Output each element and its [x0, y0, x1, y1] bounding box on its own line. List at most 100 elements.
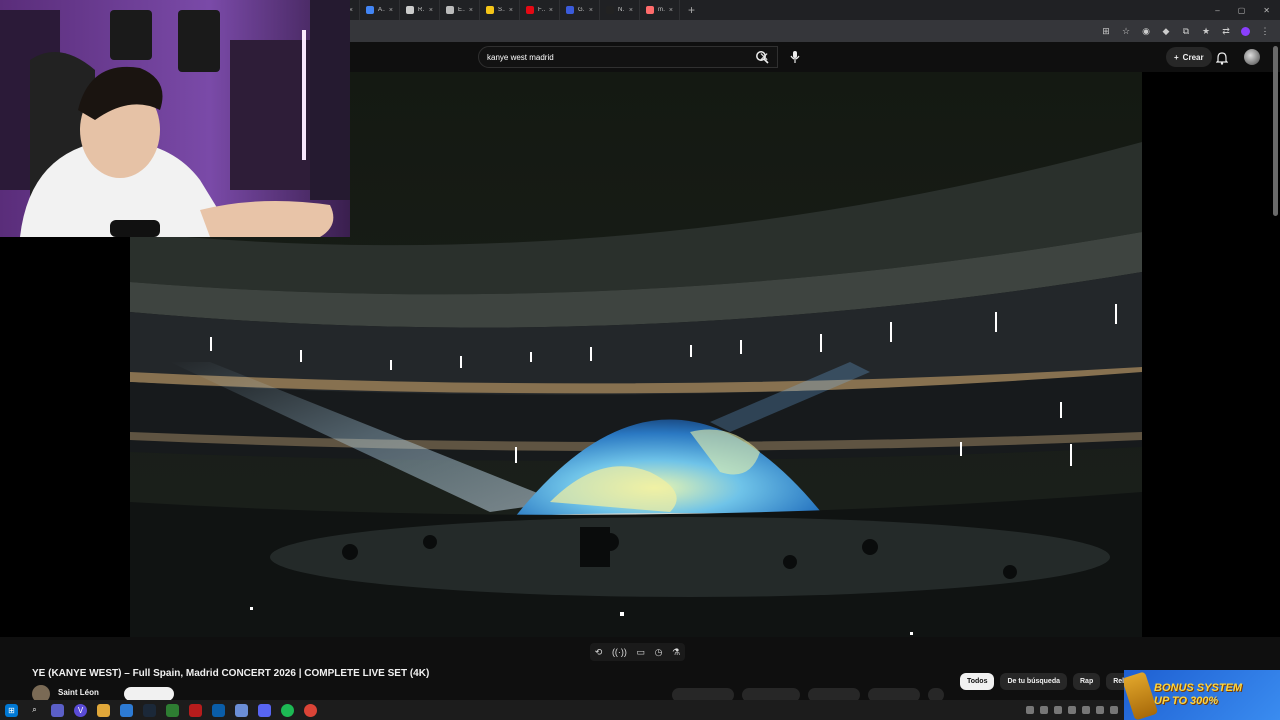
tab-favicon-icon: [606, 6, 614, 14]
tab-label: Songs: [498, 7, 505, 13]
tab-label: Rule3: [418, 7, 425, 13]
tray-icon-4[interactable]: [1068, 706, 1076, 714]
advertisement-banner[interactable]: BONUS SYSTEM UP TO 300%: [1124, 670, 1280, 720]
plus-icon: +: [1174, 52, 1179, 62]
system-tray: [1026, 706, 1124, 714]
app-icon-c[interactable]: [212, 703, 225, 717]
discord-icon[interactable]: [258, 703, 271, 717]
extensions-puzzle-icon[interactable]: ⧉: [1181, 26, 1191, 36]
profile-icon[interactable]: [1241, 26, 1250, 36]
tray-icon-7[interactable]: [1110, 706, 1118, 714]
notifications-button[interactable]: [1214, 50, 1230, 66]
browser-tab[interactable]: Frame ×: [520, 0, 560, 20]
account-avatar[interactable]: [1244, 49, 1260, 65]
filter-chip[interactable]: Rap: [1073, 673, 1101, 690]
page-scrollbar[interactable]: [1273, 46, 1278, 216]
filter-chip[interactable]: Todos: [960, 673, 995, 690]
video-title: YE (KANYE WEST) – Full Spain, Madrid CON…: [32, 668, 430, 679]
tab-label: meep: [658, 7, 665, 13]
miniplayer-icon[interactable]: ▭: [637, 647, 646, 658]
vivaldi-icon[interactable]: V: [74, 703, 87, 717]
app-icon-light[interactable]: [235, 703, 248, 717]
tab-label: Nuev: [618, 7, 625, 13]
search-button[interactable]: [746, 46, 778, 68]
app-icon-blue[interactable]: [120, 703, 133, 717]
tray-icon-2[interactable]: [1040, 706, 1048, 714]
loop-icon[interactable]: ⟲: [595, 647, 603, 658]
tab-close-icon[interactable]: ×: [629, 7, 633, 14]
tray-icon-6[interactable]: [1096, 706, 1104, 714]
create-label: Crear: [1182, 52, 1204, 62]
search-taskbar-icon[interactable]: ⌕: [28, 704, 41, 717]
tab-label: Frame: [538, 7, 545, 13]
install-app-icon[interactable]: ⊞: [1101, 26, 1111, 36]
ad-text: BONUS SYSTEM UP TO 300%: [1154, 682, 1242, 708]
browser-tab[interactable]: Nuev ×: [600, 0, 640, 20]
browser-tab[interactable]: Apert ×: [360, 0, 400, 20]
extension-icon-3[interactable]: ⇄: [1221, 26, 1231, 36]
streamer-webcam: [0, 0, 350, 237]
window-controls: – ▢ ✕: [1215, 6, 1280, 15]
tab-close-icon[interactable]: ×: [509, 7, 513, 14]
new-tab-button[interactable]: +: [680, 3, 703, 17]
tab-close-icon[interactable]: ×: [469, 7, 473, 14]
search-input[interactable]: kanye west madrid ✕: [478, 46, 778, 68]
tab-close-icon[interactable]: ×: [589, 7, 593, 14]
tray-icon-3[interactable]: [1054, 706, 1062, 714]
chrome-icon[interactable]: [304, 703, 317, 717]
tray-icon-5[interactable]: [1082, 706, 1090, 714]
browser-tab[interactable]: Rule3 ×: [400, 0, 440, 20]
search-icon: [756, 51, 769, 64]
maximize-icon[interactable]: ▢: [1238, 6, 1246, 15]
tab-close-icon[interactable]: ×: [549, 7, 553, 14]
browser-tab[interactable]: meep ×: [640, 0, 680, 20]
bell-icon: [1216, 51, 1228, 65]
obs-icon[interactable]: [189, 703, 202, 717]
create-button[interactable]: + Crear: [1166, 47, 1212, 67]
channel-name[interactable]: Saint Léon: [58, 688, 99, 697]
player-letterbox-right: [1142, 72, 1280, 637]
tab-close-icon[interactable]: ×: [389, 7, 393, 14]
tray-icon-1[interactable]: [1026, 706, 1034, 714]
tab-close-icon[interactable]: ×: [429, 7, 433, 14]
tab-label: Ethno: [458, 7, 465, 13]
app-icon-green[interactable]: [166, 703, 179, 717]
speed-icon[interactable]: ◷: [655, 647, 663, 658]
tab-favicon-icon: [646, 6, 654, 14]
browser-tab[interactable]: Songs ×: [480, 0, 520, 20]
browser-menu-icon[interactable]: ⋮: [1260, 26, 1270, 36]
microphone-icon: [790, 51, 800, 63]
browser-tab[interactable]: Guess ×: [560, 0, 600, 20]
voice-search-button[interactable]: [784, 46, 806, 68]
tab-favicon-icon: [446, 6, 454, 14]
tab-favicon-icon: [486, 6, 494, 14]
extension-icon-2[interactable]: ◆: [1161, 26, 1171, 36]
windows-start-icon[interactable]: ⊞: [5, 703, 18, 717]
player-controls: ⟲ ((·)) ▭ ◷ ⚗: [590, 643, 685, 661]
webcam-image: [0, 0, 350, 237]
bookmark-star-icon[interactable]: ☆: [1121, 26, 1131, 36]
lab-icon[interactable]: ⚗: [672, 647, 680, 658]
tab-favicon-icon: [566, 6, 574, 14]
browser-tab[interactable]: Ethno ×: [440, 0, 480, 20]
filter-chip[interactable]: De tu búsqueda: [1000, 673, 1067, 690]
minimize-icon[interactable]: –: [1215, 6, 1219, 15]
windows-taskbar: ⊞ ⌕ V: [0, 700, 1124, 720]
extension-icon-1[interactable]: ◉: [1141, 26, 1151, 36]
close-window-icon[interactable]: ✕: [1263, 6, 1270, 15]
broadcast-icon[interactable]: ((·)): [612, 647, 627, 657]
folder-icon[interactable]: [97, 703, 110, 717]
tab-label: Apert: [378, 7, 385, 13]
ad-line-1: BONUS SYSTEM: [1154, 682, 1243, 694]
taskview-icon[interactable]: [51, 703, 64, 717]
tab-favicon-icon: [366, 6, 374, 14]
bookmarks-icon[interactable]: ★: [1201, 26, 1211, 36]
tab-favicon-icon: [526, 6, 534, 14]
search-query: kanye west madrid: [487, 52, 554, 62]
spotify-icon[interactable]: [281, 703, 294, 717]
ad-line-2: UP TO 300%: [1154, 695, 1219, 707]
subscribe-button[interactable]: [124, 687, 174, 701]
tab-label: Guess: [578, 7, 585, 13]
steam-icon[interactable]: [143, 703, 156, 717]
tab-close-icon[interactable]: ×: [669, 7, 673, 14]
